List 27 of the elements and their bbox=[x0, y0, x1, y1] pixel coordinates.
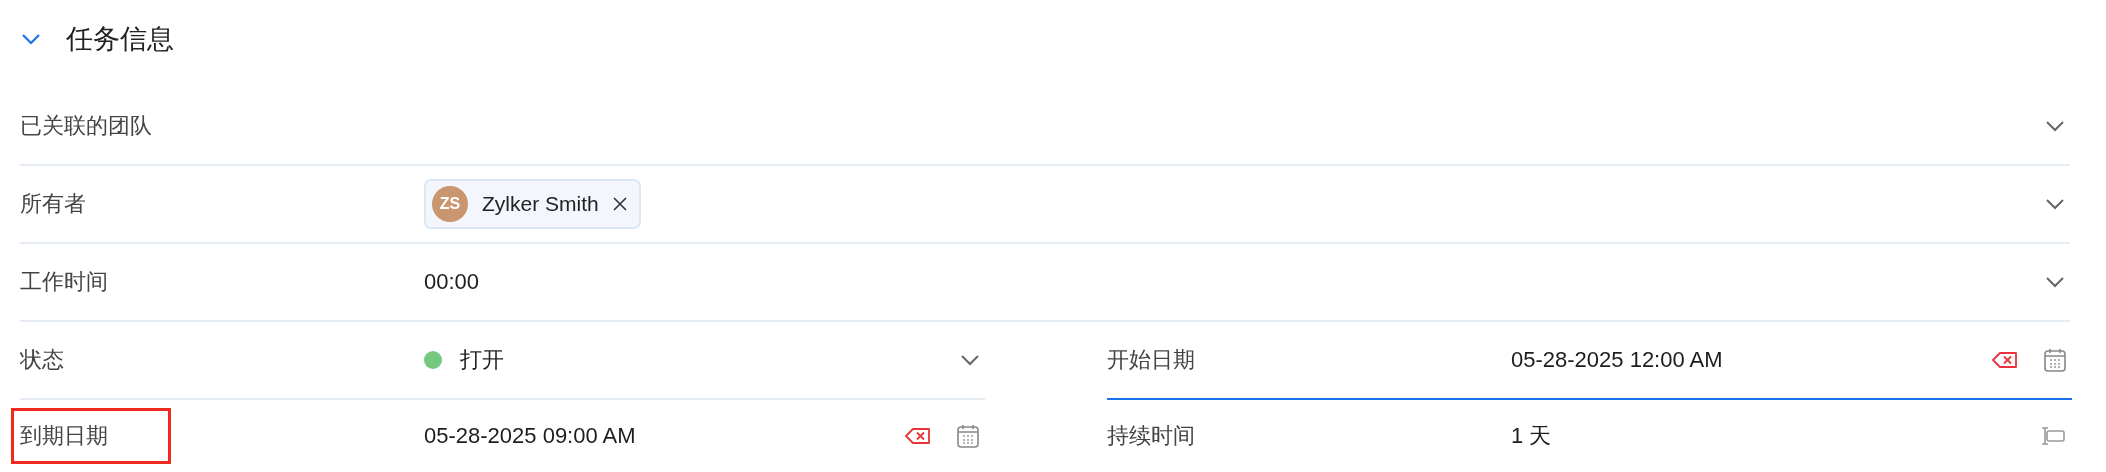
close-icon[interactable] bbox=[612, 197, 627, 211]
field-label: 状态 bbox=[20, 346, 64, 374]
chevron-down-icon[interactable] bbox=[2046, 120, 2064, 132]
field-value: 00:00 bbox=[424, 269, 480, 295]
avatar: ZS bbox=[432, 186, 468, 222]
calendar-icon[interactable] bbox=[2044, 348, 2066, 372]
field-label: 所有者 bbox=[20, 190, 86, 218]
duration-value: 1 天 bbox=[1511, 422, 1552, 450]
text-cursor-icon[interactable] bbox=[2040, 426, 2066, 446]
chevron-down-icon[interactable] bbox=[22, 33, 40, 45]
owner-name: Zylker Smith bbox=[482, 192, 599, 216]
clear-icon[interactable] bbox=[1992, 352, 2018, 368]
field-label: 开始日期 bbox=[1107, 346, 1195, 374]
owner-chip[interactable]: ZS Zylker Smith bbox=[424, 179, 641, 229]
field-label: 持续时间 bbox=[1107, 422, 1195, 450]
clear-icon[interactable] bbox=[905, 428, 931, 444]
date-value: 05-28-2025 09:00 AM bbox=[424, 423, 636, 449]
field-label: 工作时间 bbox=[20, 268, 108, 296]
chevron-down-icon[interactable] bbox=[2046, 276, 2064, 288]
status-value: 打开 bbox=[460, 346, 504, 374]
field-label: 到期日期 bbox=[11, 408, 171, 464]
calendar-icon[interactable] bbox=[957, 424, 979, 448]
field-label: 已关联的团队 bbox=[20, 112, 152, 140]
chevron-down-icon[interactable] bbox=[961, 354, 979, 366]
chevron-down-icon[interactable] bbox=[2046, 198, 2064, 210]
date-value: 05-28-2025 12:00 AM bbox=[1511, 347, 1723, 373]
section-title: 任务信息 bbox=[66, 23, 174, 56]
